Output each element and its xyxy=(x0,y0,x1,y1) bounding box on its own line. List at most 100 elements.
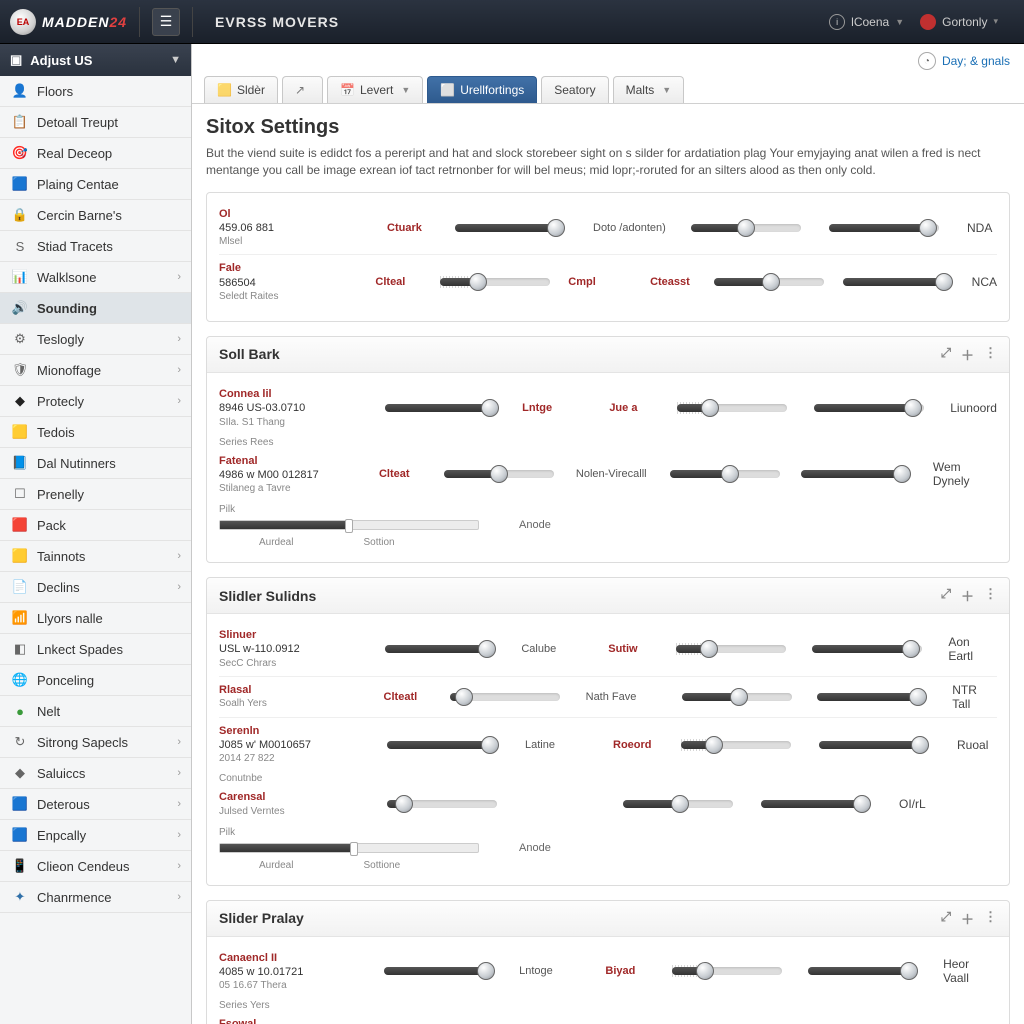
slider-track[interactable] xyxy=(387,800,497,808)
sidebar-item-10[interactable]: ◆Protecly› xyxy=(0,386,191,417)
slider-track[interactable] xyxy=(829,224,939,232)
slider-knob[interactable] xyxy=(737,219,755,237)
slider-knob[interactable] xyxy=(902,640,920,658)
sidebar-item-6[interactable]: 📊Walklsone› xyxy=(0,262,191,293)
day-goals-link[interactable]: ◔ Day; & gnals xyxy=(918,52,1010,70)
slider-knob[interactable] xyxy=(477,962,495,980)
tab-0[interactable]: 🟨Sldèr xyxy=(204,76,278,103)
slider-track[interactable] xyxy=(814,404,924,412)
slider-knob[interactable] xyxy=(904,399,922,417)
sidebar-item-5[interactable]: SStiad Tracets xyxy=(0,231,191,262)
slider-knob[interactable] xyxy=(900,962,918,980)
more-icon[interactable]: ⋮ xyxy=(984,909,997,928)
slider-knob[interactable] xyxy=(919,219,937,237)
tab-2[interactable]: 📅Levert▼ xyxy=(327,76,423,103)
sidebar-item-13[interactable]: ☐Prenelly xyxy=(0,479,191,510)
collapse-icon[interactable]: ⤢ xyxy=(941,586,951,605)
slider-knob[interactable] xyxy=(721,465,739,483)
slider-knob[interactable] xyxy=(481,736,499,754)
slider-track[interactable] xyxy=(455,224,565,232)
progress-bar[interactable] xyxy=(219,520,479,530)
tab-1[interactable]: ↗ xyxy=(282,76,323,103)
sidebar-item-22[interactable]: ◆Saluiccs› xyxy=(0,758,191,789)
sidebar-item-0[interactable]: 👤Floors xyxy=(0,76,191,107)
sidebar-item-16[interactable]: 📄Declins› xyxy=(0,572,191,603)
sidebar-item-15[interactable]: 🟨Tainnots› xyxy=(0,541,191,572)
sidebar-item-23[interactable]: 🟦Deterous› xyxy=(0,789,191,820)
slider-knob[interactable] xyxy=(469,273,487,291)
collapse-icon[interactable]: ⤢ xyxy=(941,345,951,364)
slider-track[interactable] xyxy=(714,278,824,286)
slider-track[interactable] xyxy=(672,967,782,975)
sidebar-item-1[interactable]: 📋Detoall Treupt xyxy=(0,107,191,138)
slider-track[interactable] xyxy=(691,224,801,232)
sidebar-item-14[interactable]: 🟥Pack xyxy=(0,510,191,541)
sidebar-item-3[interactable]: 🟦Plaing Centae xyxy=(0,169,191,200)
slider-knob[interactable] xyxy=(700,640,718,658)
slider-knob[interactable] xyxy=(911,736,929,754)
slider-knob[interactable] xyxy=(705,736,723,754)
topbar-user-2[interactable]: Gortonly ▾ xyxy=(920,14,998,30)
slider-knob[interactable] xyxy=(893,465,911,483)
slider-knob[interactable] xyxy=(696,962,714,980)
slider-track[interactable] xyxy=(812,645,922,653)
more-icon[interactable]: ⋮ xyxy=(984,345,997,364)
sidebar-item-2[interactable]: 🎯Real Deceop xyxy=(0,138,191,169)
sidebar-item-17[interactable]: 📶Llyors nalle xyxy=(0,603,191,634)
sidebar-item-11[interactable]: 🟨Tedois xyxy=(0,417,191,448)
slider-track[interactable] xyxy=(384,967,494,975)
slider-knob[interactable] xyxy=(478,640,496,658)
collapse-icon[interactable]: ⤢ xyxy=(941,909,951,928)
tab-5[interactable]: Malts▼ xyxy=(613,76,685,103)
add-icon[interactable]: ＋ xyxy=(961,909,974,928)
topbar-user-1[interactable]: i lCoena ▼ xyxy=(829,14,904,30)
sidebar-item-8[interactable]: ⚙Teslogly› xyxy=(0,324,191,355)
topbar-nav-button[interactable]: ☰ xyxy=(152,8,180,36)
slider-knob[interactable] xyxy=(935,273,953,291)
tab-3[interactable]: ⬜Urellfortings xyxy=(427,76,537,103)
sidebar-item-21[interactable]: ↻Sitrong Sapecls› xyxy=(0,727,191,758)
slider-track[interactable] xyxy=(801,470,911,478)
sidebar-item-24[interactable]: 🟦Enpcally› xyxy=(0,820,191,851)
sidebar-item-9[interactable]: 🛡Mionoffage› xyxy=(0,355,191,386)
slider-track[interactable] xyxy=(819,741,929,749)
slider-knob[interactable] xyxy=(481,399,499,417)
slider-knob[interactable] xyxy=(701,399,719,417)
more-icon[interactable]: ⋮ xyxy=(984,586,997,605)
slider-track[interactable] xyxy=(444,470,554,478)
sidebar-item-18[interactable]: ◧Lnkect Spades xyxy=(0,634,191,665)
slider-knob[interactable] xyxy=(909,688,927,706)
sidebar-item-25[interactable]: 📱Clieon Cendeus› xyxy=(0,851,191,882)
slider-track[interactable] xyxy=(450,693,560,701)
slider-track[interactable] xyxy=(385,645,495,653)
slider-track[interactable] xyxy=(817,693,927,701)
sidebar-item-20[interactable]: ●Nelt xyxy=(0,696,191,727)
sidebar-item-4[interactable]: 🔒Cercin Barne's xyxy=(0,200,191,231)
slider-track[interactable] xyxy=(387,741,497,749)
progress-handle[interactable] xyxy=(345,519,353,533)
progress-handle[interactable] xyxy=(350,842,358,856)
slider-track[interactable] xyxy=(676,645,786,653)
slider-knob[interactable] xyxy=(455,688,473,706)
slider-track[interactable] xyxy=(682,693,792,701)
slider-knob[interactable] xyxy=(547,219,565,237)
slider-track[interactable] xyxy=(440,278,550,286)
sidebar-item-7[interactable]: 🔊Sounding xyxy=(0,293,191,324)
sidebar-header[interactable]: ▣ Adjust US ▼ xyxy=(0,44,191,76)
slider-track[interactable] xyxy=(670,470,780,478)
slider-knob[interactable] xyxy=(762,273,780,291)
sidebar-item-12[interactable]: 📘Dal Nutinners xyxy=(0,448,191,479)
add-icon[interactable]: ＋ xyxy=(961,586,974,605)
slider-knob[interactable] xyxy=(671,795,689,813)
slider-track[interactable] xyxy=(843,278,953,286)
slider-knob[interactable] xyxy=(730,688,748,706)
sidebar-item-19[interactable]: 🌐Ponceling xyxy=(0,665,191,696)
slider-track[interactable] xyxy=(761,800,871,808)
slider-track[interactable] xyxy=(623,800,733,808)
progress-bar[interactable] xyxy=(219,843,479,853)
slider-knob[interactable] xyxy=(490,465,508,483)
sidebar-item-26[interactable]: ✦Chanrmence› xyxy=(0,882,191,913)
slider-track[interactable] xyxy=(808,967,918,975)
slider-track[interactable] xyxy=(681,741,791,749)
slider-knob[interactable] xyxy=(853,795,871,813)
